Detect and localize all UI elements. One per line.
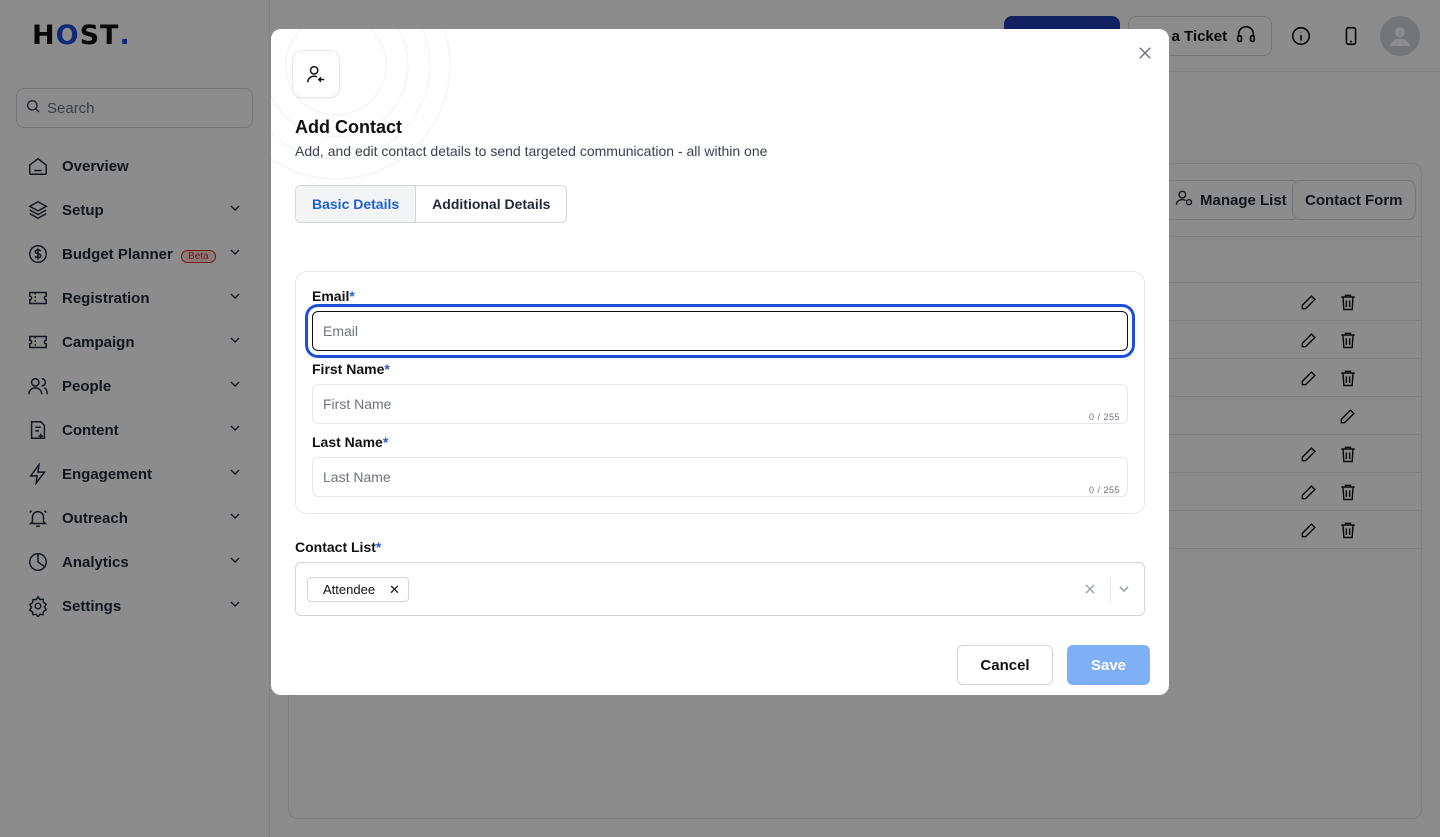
required-marker: * [384,361,390,377]
last-name-label-text: Last Name [312,434,383,450]
first-name-field[interactable] [312,384,1128,424]
add-contact-modal: Add Contact Add, and edit contact detail… [271,29,1169,695]
email-label-text: Email [312,288,350,304]
required-marker: * [382,434,389,450]
modal-subtitle: Add, and edit contact details to send ta… [295,143,768,159]
remove-chip-icon[interactable]: ✕ [389,582,400,598]
first-name-char-counter: 0 / 255 [1088,412,1120,422]
save-button[interactable]: Save [1067,645,1150,685]
chip-label: Attendee [323,582,376,597]
tab-basic-details[interactable]: Basic Details [296,186,417,222]
contact-list-label-text: Contact List [295,539,376,555]
cancel-button[interactable]: Cancel [957,645,1053,685]
modal-title: Add Contact [295,117,402,137]
selected-list-chip: Attendee ✕ [307,577,409,602]
close-icon[interactable] [1133,41,1157,65]
required-marker: * [375,539,382,555]
user-arrow-icon [292,50,340,98]
details-tabs: Basic Details Additional Details [295,185,568,223]
required-marker: * [349,288,355,304]
email-field[interactable] [312,311,1128,351]
first-name-label-text: First Name [312,361,385,377]
clear-selection-icon[interactable] [1080,579,1100,599]
tab-additional-details[interactable]: Additional Details [416,186,566,222]
contact-list-label: Contact List* [295,539,381,555]
first-name-label: First Name* [312,361,390,377]
basic-details-fields: Email* First Name* 0 / 255 Last Name* 0 … [295,271,1145,514]
last-name-char-counter: 0 / 255 [1088,485,1120,495]
select-divider [1110,577,1111,603]
email-label: Email* [312,288,355,304]
last-name-label: Last Name* [312,434,388,450]
contact-list-select[interactable]: Attendee ✕ [295,562,1145,616]
last-name-field[interactable] [312,457,1128,497]
chevron-down-icon[interactable] [1114,579,1134,599]
